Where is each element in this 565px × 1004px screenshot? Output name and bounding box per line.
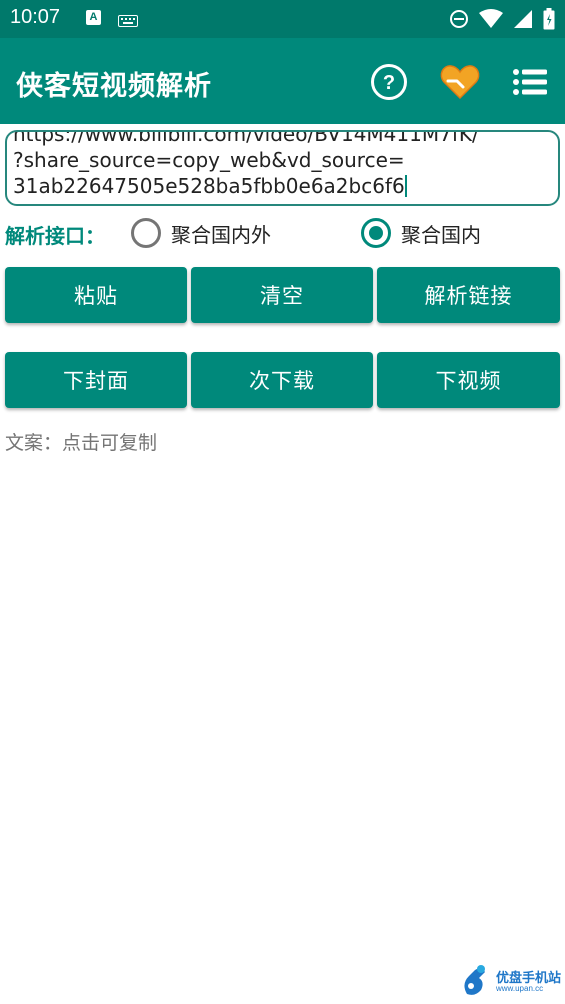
list-menu-icon[interactable] [510,62,550,102]
clear-button[interactable]: 清空 [191,267,373,323]
radio-label: 聚合国内 [401,222,481,247]
help-icon[interactable]: ? [369,62,409,102]
keyboard-icon [118,12,138,31]
radio-unchecked-icon [131,218,161,248]
do-not-disturb-icon [449,9,469,33]
interface-label: 解析接口： [5,224,105,248]
watermark: 优盘手机站 www.upan.cc [459,964,561,1000]
watermark-title: 优盘手机站 [495,970,561,986]
svg-text:?: ? [383,72,395,94]
url-line-3: 31ab22647505e528ba5fbb0e6a2bc6f6 [13,174,405,198]
status-bar: 10:07 A [0,0,565,38]
signal-icon [513,9,533,33]
radio-label: 聚合国内外 [171,222,271,247]
battery-icon [543,8,555,34]
download-video-button[interactable]: 下视频 [377,352,560,408]
watermark-url: www.upan.cc [495,983,544,993]
heart-icon[interactable] [440,62,480,102]
secondary-download-button[interactable]: 次下载 [191,352,373,408]
status-time: 10:07 [10,6,61,28]
paste-button[interactable]: 粘贴 [5,267,187,323]
radio-domestic-and-foreign[interactable]: 聚合国内外 [131,218,271,248]
app-title: 侠客短视频解析 [16,71,212,102]
caption-copy-text[interactable]: 文案：点击可复制 [5,428,157,455]
radio-checked-icon [361,218,391,248]
notification-a-icon: A [86,10,101,25]
url-line-1: https://www.bilibili.com/video/BV14M411M… [13,130,479,146]
text-cursor [404,175,407,197]
wifi-icon [479,9,503,33]
radio-domestic[interactable]: 聚合国内 [361,218,481,248]
url-input[interactable]: https://www.bilibili.com/video/BV14M411M… [5,130,560,206]
url-line-2: ?share_source=copy_web&vd_source= [13,148,405,172]
watermark-logo-icon [459,964,493,1000]
app-bar: 侠客短视频解析 ? [0,38,565,124]
parse-link-button[interactable]: 解析链接 [377,267,560,323]
download-cover-button[interactable]: 下封面 [5,352,187,408]
